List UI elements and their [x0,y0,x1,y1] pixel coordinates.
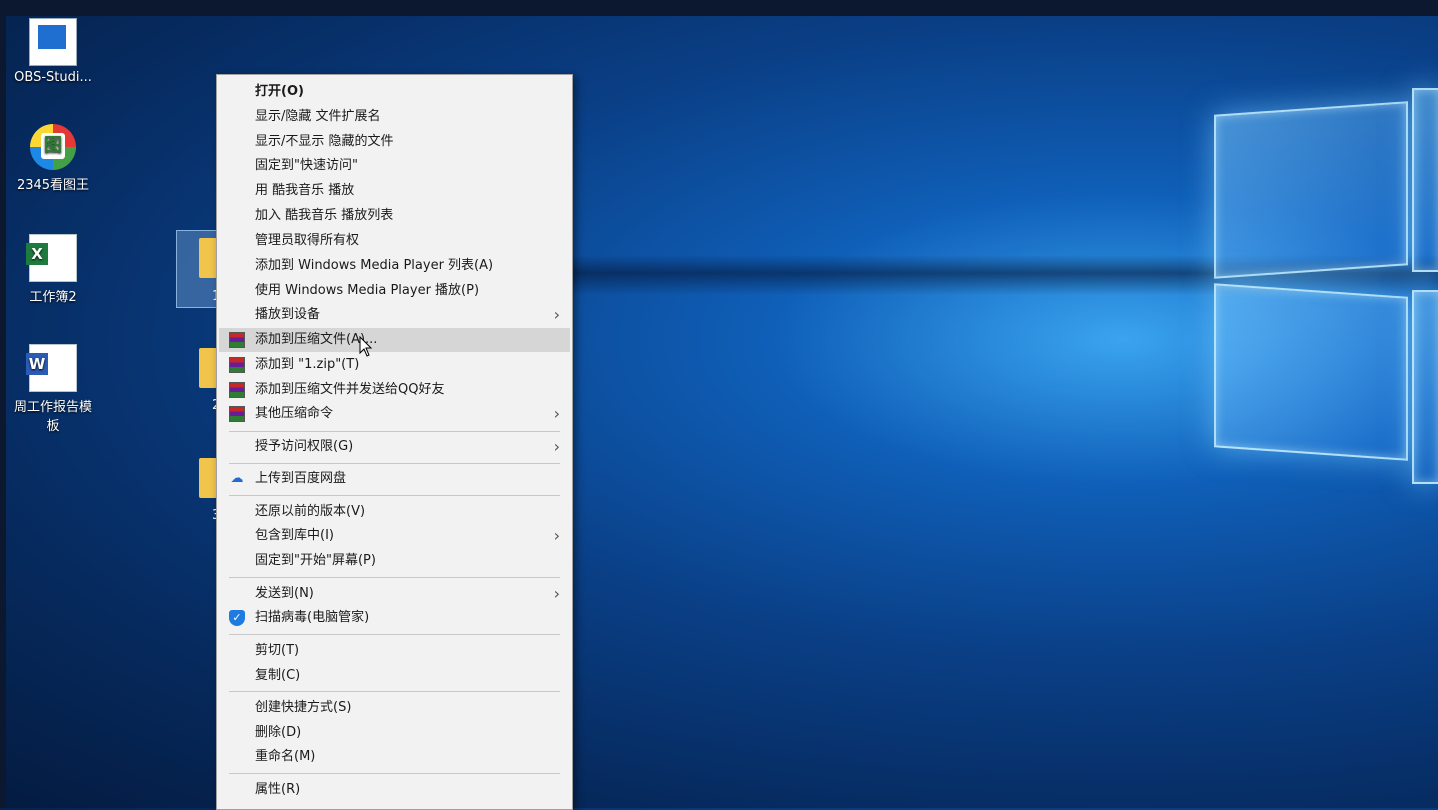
menu-item-label: 复制(C) [255,668,301,683]
folder-icon[interactable] [199,238,217,278]
menu-item-add-to-archive[interactable]: 添加到压缩文件(A)... [219,328,570,352]
menu-item-label: 播放到设备 [255,307,321,322]
logo-pane-top-right [1412,88,1438,272]
menu-item-label: 还原以前的版本(V) [255,504,366,519]
menu-item-other-archive-commands[interactable]: 其他压缩命令 › [219,402,570,426]
pc-manager-shield-icon: ✓ [229,610,245,626]
menu-item-label: 属性(R) [255,782,301,797]
menu-item-label: 扫描病毒(电脑管家) [255,610,370,625]
windows-logo-wallpaper [1150,80,1438,500]
menu-item-send-to[interactable]: 发送到(N) › [219,582,570,606]
menu-item-scan-virus[interactable]: ✓ 扫描病毒(电脑管家) [219,606,570,630]
word-file-icon: W [26,344,77,392]
menu-item-copy[interactable]: 复制(C) [219,664,570,688]
menu-item-delete[interactable]: 删除(D) [219,721,570,745]
desktop-icon-label: 2345看图王 [16,178,90,193]
menu-item-toggle-hidden-files[interactable]: 显示/不显示 隐藏的文件 [219,130,570,154]
menu-item-label: 授予访问权限(G) [255,439,354,454]
menu-item-label: 使用 Windows Media Player 播放(P) [255,283,480,298]
menu-item-archive-send-qq[interactable]: 添加到压缩文件并发送给QQ好友 [219,378,570,402]
menu-item-label: 删除(D) [255,725,302,740]
menu-separator [229,691,560,692]
menu-item-label: 创建快捷方式(S) [255,700,352,715]
screen-bezel-left [0,0,6,808]
menu-item-label: 发送到(N) [255,586,314,601]
menu-item-label: 剪切(T) [255,643,300,658]
menu-item-restore-versions[interactable]: 还原以前的版本(V) [219,500,570,524]
folder-icon[interactable] [199,458,217,498]
menu-item-cast-to-device[interactable]: 播放到设备 › [219,303,570,327]
menu-separator [229,773,560,774]
menu-separator [229,463,560,464]
menu-item-label: 添加到 "1.zip"(T) [255,357,360,372]
menu-separator [229,431,560,432]
desktop-icon-obs[interactable]: OBS-Studi... [7,18,99,85]
menu-item-label: 重命名(M) [255,749,316,764]
folder-icon[interactable] [199,348,217,388]
menu-item-upload-baidu[interactable]: ☁ 上传到百度网盘 [219,467,570,491]
desktop-icon-label: OBS-Studi... [14,70,92,85]
menu-item-label: 用 酷我音乐 播放 [255,183,355,198]
desktop-icon-2345-viewer[interactable]: 图 2345看图王 [7,124,99,193]
menu-item-play-kuwo[interactable]: 用 酷我音乐 播放 [219,179,570,203]
menu-item-add-kuwo-playlist[interactable]: 加入 酷我音乐 播放列表 [219,204,570,228]
chevron-right-icon: › [553,584,560,603]
winrar-archive-icon [229,357,245,373]
excel-file-icon: X [26,234,77,282]
chevron-right-icon: › [553,404,560,423]
menu-item-rename[interactable]: 重命名(M) [219,745,570,769]
menu-item-label: 其他压缩命令 [255,406,334,421]
obs-studio-icon [29,18,77,66]
menu-item-create-shortcut[interactable]: 创建快捷方式(S) [219,696,570,720]
logo-pane-top-left [1214,101,1408,279]
menu-item-label: 显示/不显示 隐藏的文件 [255,134,394,149]
menu-item-pin-start[interactable]: 固定到"开始"屏幕(P) [219,549,570,573]
menu-item-label: 包含到库中(I) [255,528,334,543]
menu-item-label: 上传到百度网盘 [255,471,347,486]
chevron-right-icon: › [553,526,560,545]
menu-item-label: 显示/隐藏 文件扩展名 [255,109,381,124]
chevron-right-icon: › [553,437,560,456]
baidu-cloud-icon: ☁ [230,471,244,486]
menu-item-add-to-zip[interactable]: 添加到 "1.zip"(T) [219,353,570,377]
menu-item-play-wmp[interactable]: 使用 Windows Media Player 播放(P) [219,279,570,303]
desktop: OBS-Studi... 图 2345看图王 X 工作簿2 W 周工作报告模板 … [0,0,1438,810]
menu-item-cut[interactable]: 剪切(T) [219,639,570,663]
menu-separator [229,577,560,578]
logo-pane-bottom-right [1412,290,1438,484]
menu-item-open[interactable]: 打开(O) [219,80,570,104]
mouse-cursor-icon [359,336,373,357]
desktop-icon-label: 工作簿2 [29,290,77,305]
menu-item-take-ownership[interactable]: 管理员取得所有权 [219,229,570,253]
menu-item-grant-access[interactable]: 授予访问权限(G) › [219,435,570,459]
desktop-icon-workbook2[interactable]: X 工作簿2 [7,234,99,305]
desktop-icon-label: 周工作报告模板 [13,400,92,434]
winrar-archive-icon [229,332,245,348]
context-menu: 打开(O) 显示/隐藏 文件扩展名 显示/不显示 隐藏的文件 固定到"快速访问"… [216,74,573,810]
menu-item-label: 管理员取得所有权 [255,233,360,248]
menu-item-label: 固定到"开始"屏幕(P) [255,553,376,568]
screen-bezel-top [0,0,1438,16]
menu-item-properties[interactable]: 属性(R) [219,778,570,802]
menu-item-label: 加入 酷我音乐 播放列表 [255,208,394,223]
winrar-archive-icon [229,406,245,422]
desktop-icon-weekly-report[interactable]: W 周工作报告模板 [7,344,99,434]
menu-separator [229,634,560,635]
menu-separator [229,495,560,496]
image-viewer-icon: 图 [30,124,76,170]
menu-item-pin-quick-access[interactable]: 固定到"快速访问" [219,154,570,178]
menu-item-label: 添加到 Windows Media Player 列表(A) [255,258,494,273]
chevron-right-icon: › [553,305,560,324]
winrar-archive-icon [229,382,245,398]
logo-pane-bottom-left [1214,283,1408,461]
menu-item-include-library[interactable]: 包含到库中(I) › [219,524,570,548]
menu-item-label: 添加到压缩文件并发送给QQ好友 [255,382,445,397]
menu-item-add-wmp-list[interactable]: 添加到 Windows Media Player 列表(A) [219,254,570,278]
menu-item-label: 打开(O) [255,84,304,99]
menu-item-label: 固定到"快速访问" [255,158,358,173]
menu-item-toggle-extensions[interactable]: 显示/隐藏 文件扩展名 [219,105,570,129]
